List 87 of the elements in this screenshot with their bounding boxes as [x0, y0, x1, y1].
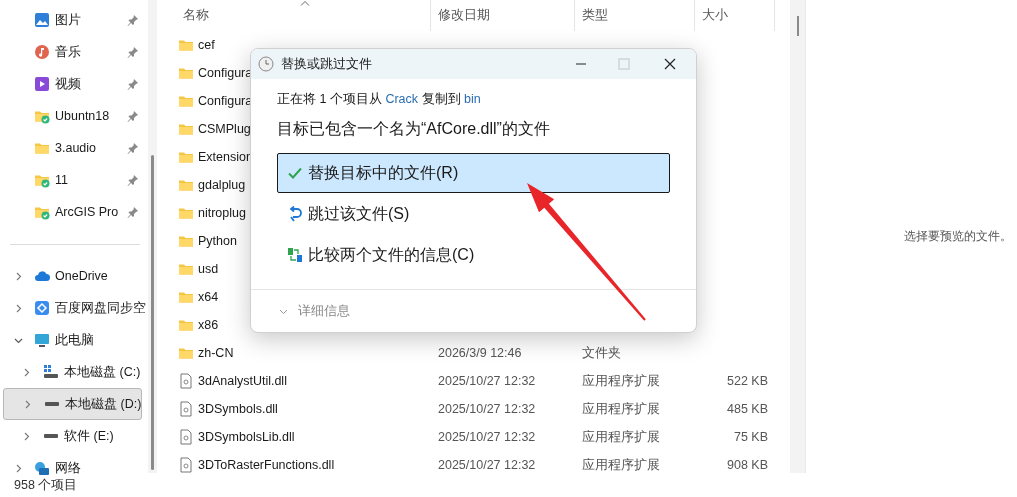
file-icon — [178, 429, 194, 445]
file-name[interactable]: 3DSymbolsLib.dll — [198, 430, 295, 444]
column-header[interactable]: 大小 — [695, 0, 775, 31]
file-name[interactable]: Configura — [198, 94, 253, 108]
copy-status-text: 正在将 1 个项目从 Crack 复制到 bin — [277, 91, 482, 108]
scrollbar-thumb[interactable] — [796, 16, 799, 36]
file-name[interactable]: CSMPlug — [198, 122, 251, 136]
check-icon — [287, 165, 303, 181]
sort-up-icon — [300, 0, 310, 6]
type-cell: 文件夹 — [582, 345, 621, 360]
chevron-right-icon[interactable] — [22, 431, 31, 441]
chevron-right-icon[interactable] — [22, 367, 31, 377]
music-note-icon — [34, 44, 50, 60]
quick-access-item[interactable]: 视频 — [3, 68, 139, 100]
chevron-right-icon[interactable] — [23, 399, 32, 409]
date-cell: 2025/10/27 12:32 — [438, 374, 536, 388]
preview-message: 选择要预览的文件。 — [904, 228, 1012, 244]
size-cell: 908 KB — [727, 458, 768, 472]
size-cell: 485 KB — [727, 402, 768, 416]
date-cell: 2025/10/27 12:32 — [438, 430, 536, 444]
quick-access-item[interactable]: 图片 — [3, 4, 139, 36]
file-name[interactable]: 3DSymbols.dll — [198, 402, 278, 416]
file-name[interactable]: 3DToRasterFunctions.dll — [198, 458, 335, 472]
quick-access-item[interactable]: ArcGIS Pro — [3, 196, 139, 228]
minimize-icon — [576, 63, 586, 65]
undo-arrow-icon — [287, 206, 303, 222]
network-icon — [34, 460, 50, 476]
tree-item[interactable]: 此电脑 — [3, 324, 138, 356]
drive-icon — [44, 434, 58, 438]
cloud-drive-icon — [34, 300, 50, 316]
file-name[interactable]: x64 — [198, 290, 219, 304]
window-title: 替换或跳过文件 — [281, 55, 373, 73]
date-cell: 2025/10/27 12:32 — [438, 402, 536, 416]
option-button[interactable]: 比较两个文件的信息(C) — [277, 235, 670, 275]
monitor-icon — [34, 332, 50, 348]
size-cell: 75 KB — [733, 430, 768, 444]
quick-access-item[interactable]: 音乐 — [3, 36, 139, 68]
file-icon — [178, 457, 194, 473]
tree-item[interactable]: 本地磁盘 (C:) — [3, 356, 141, 388]
size-cell: 522 KB — [727, 374, 768, 388]
file-name[interactable]: Extension — [198, 150, 253, 164]
file-icon — [178, 401, 194, 417]
tree-item[interactable]: OneDrive — [3, 260, 138, 292]
system-drive-icon — [43, 364, 59, 380]
details-toggle[interactable]: 详细信息 — [279, 302, 350, 320]
picture-icon — [34, 12, 50, 28]
file-name[interactable]: 3dAnalystUtil.dll — [198, 374, 287, 388]
tree-item[interactable]: 本地磁盘 (D:) — [3, 388, 143, 420]
chevron-right-icon[interactable] — [14, 271, 23, 281]
quick-access-item[interactable]: Ubuntn18 — [3, 100, 139, 132]
file-icon — [178, 373, 194, 389]
source-folder-link[interactable]: Crack — [385, 92, 419, 106]
cloud-icon — [34, 268, 50, 284]
column-header[interactable]: 类型 — [575, 0, 695, 31]
video-icon — [34, 76, 50, 92]
type-cell: 应用程序扩展 — [582, 401, 660, 416]
conflict-message: 目标已包含一个名为“AfCore.dll”的文件 — [277, 119, 551, 139]
file-name[interactable]: zh-CN — [198, 346, 234, 360]
tree-item[interactable]: 软件 (E:) — [3, 420, 138, 452]
file-name[interactable]: x86 — [198, 318, 219, 332]
type-cell: 应用程序扩展 — [582, 429, 660, 444]
file-name[interactable]: cef — [198, 38, 215, 52]
quick-access-item[interactable]: 11 — [3, 164, 139, 196]
clock-icon — [258, 56, 274, 72]
date-cell: 2026/3/9 12:46 — [438, 346, 522, 360]
file-name[interactable]: usd — [198, 262, 219, 276]
maximize-icon — [615, 56, 632, 72]
type-cell: 应用程序扩展 — [582, 373, 660, 388]
scrollbar-thumb[interactable] — [151, 155, 154, 470]
type-cell: 应用程序扩展 — [582, 457, 660, 472]
file-name[interactable]: nitroplug — [198, 206, 246, 220]
column-header[interactable]: 修改日期 — [431, 0, 575, 31]
file-name[interactable]: gdalplug — [198, 178, 246, 192]
destination-folder-link[interactable]: bin — [464, 92, 481, 106]
file-name[interactable]: Python — [198, 234, 237, 248]
file-name[interactable]: Configura — [198, 66, 253, 80]
date-cell: 2025/10/27 12:32 — [438, 458, 536, 472]
chevron-right-icon[interactable] — [14, 463, 23, 473]
item-count: 958 个项目 — [14, 476, 78, 494]
drive-icon — [45, 402, 59, 406]
quick-access-item[interactable]: 3.audio — [3, 132, 139, 164]
compare-files-icon — [287, 247, 303, 263]
option-button[interactable]: 替换目标中的文件(R) — [277, 153, 670, 193]
option-button[interactable]: 跳过该文件(S) — [277, 194, 670, 234]
chevron-right-icon[interactable] — [14, 303, 23, 313]
column-header[interactable]: 名称 — [157, 0, 431, 31]
tree-item[interactable]: 百度网盘同步空 — [3, 292, 146, 324]
